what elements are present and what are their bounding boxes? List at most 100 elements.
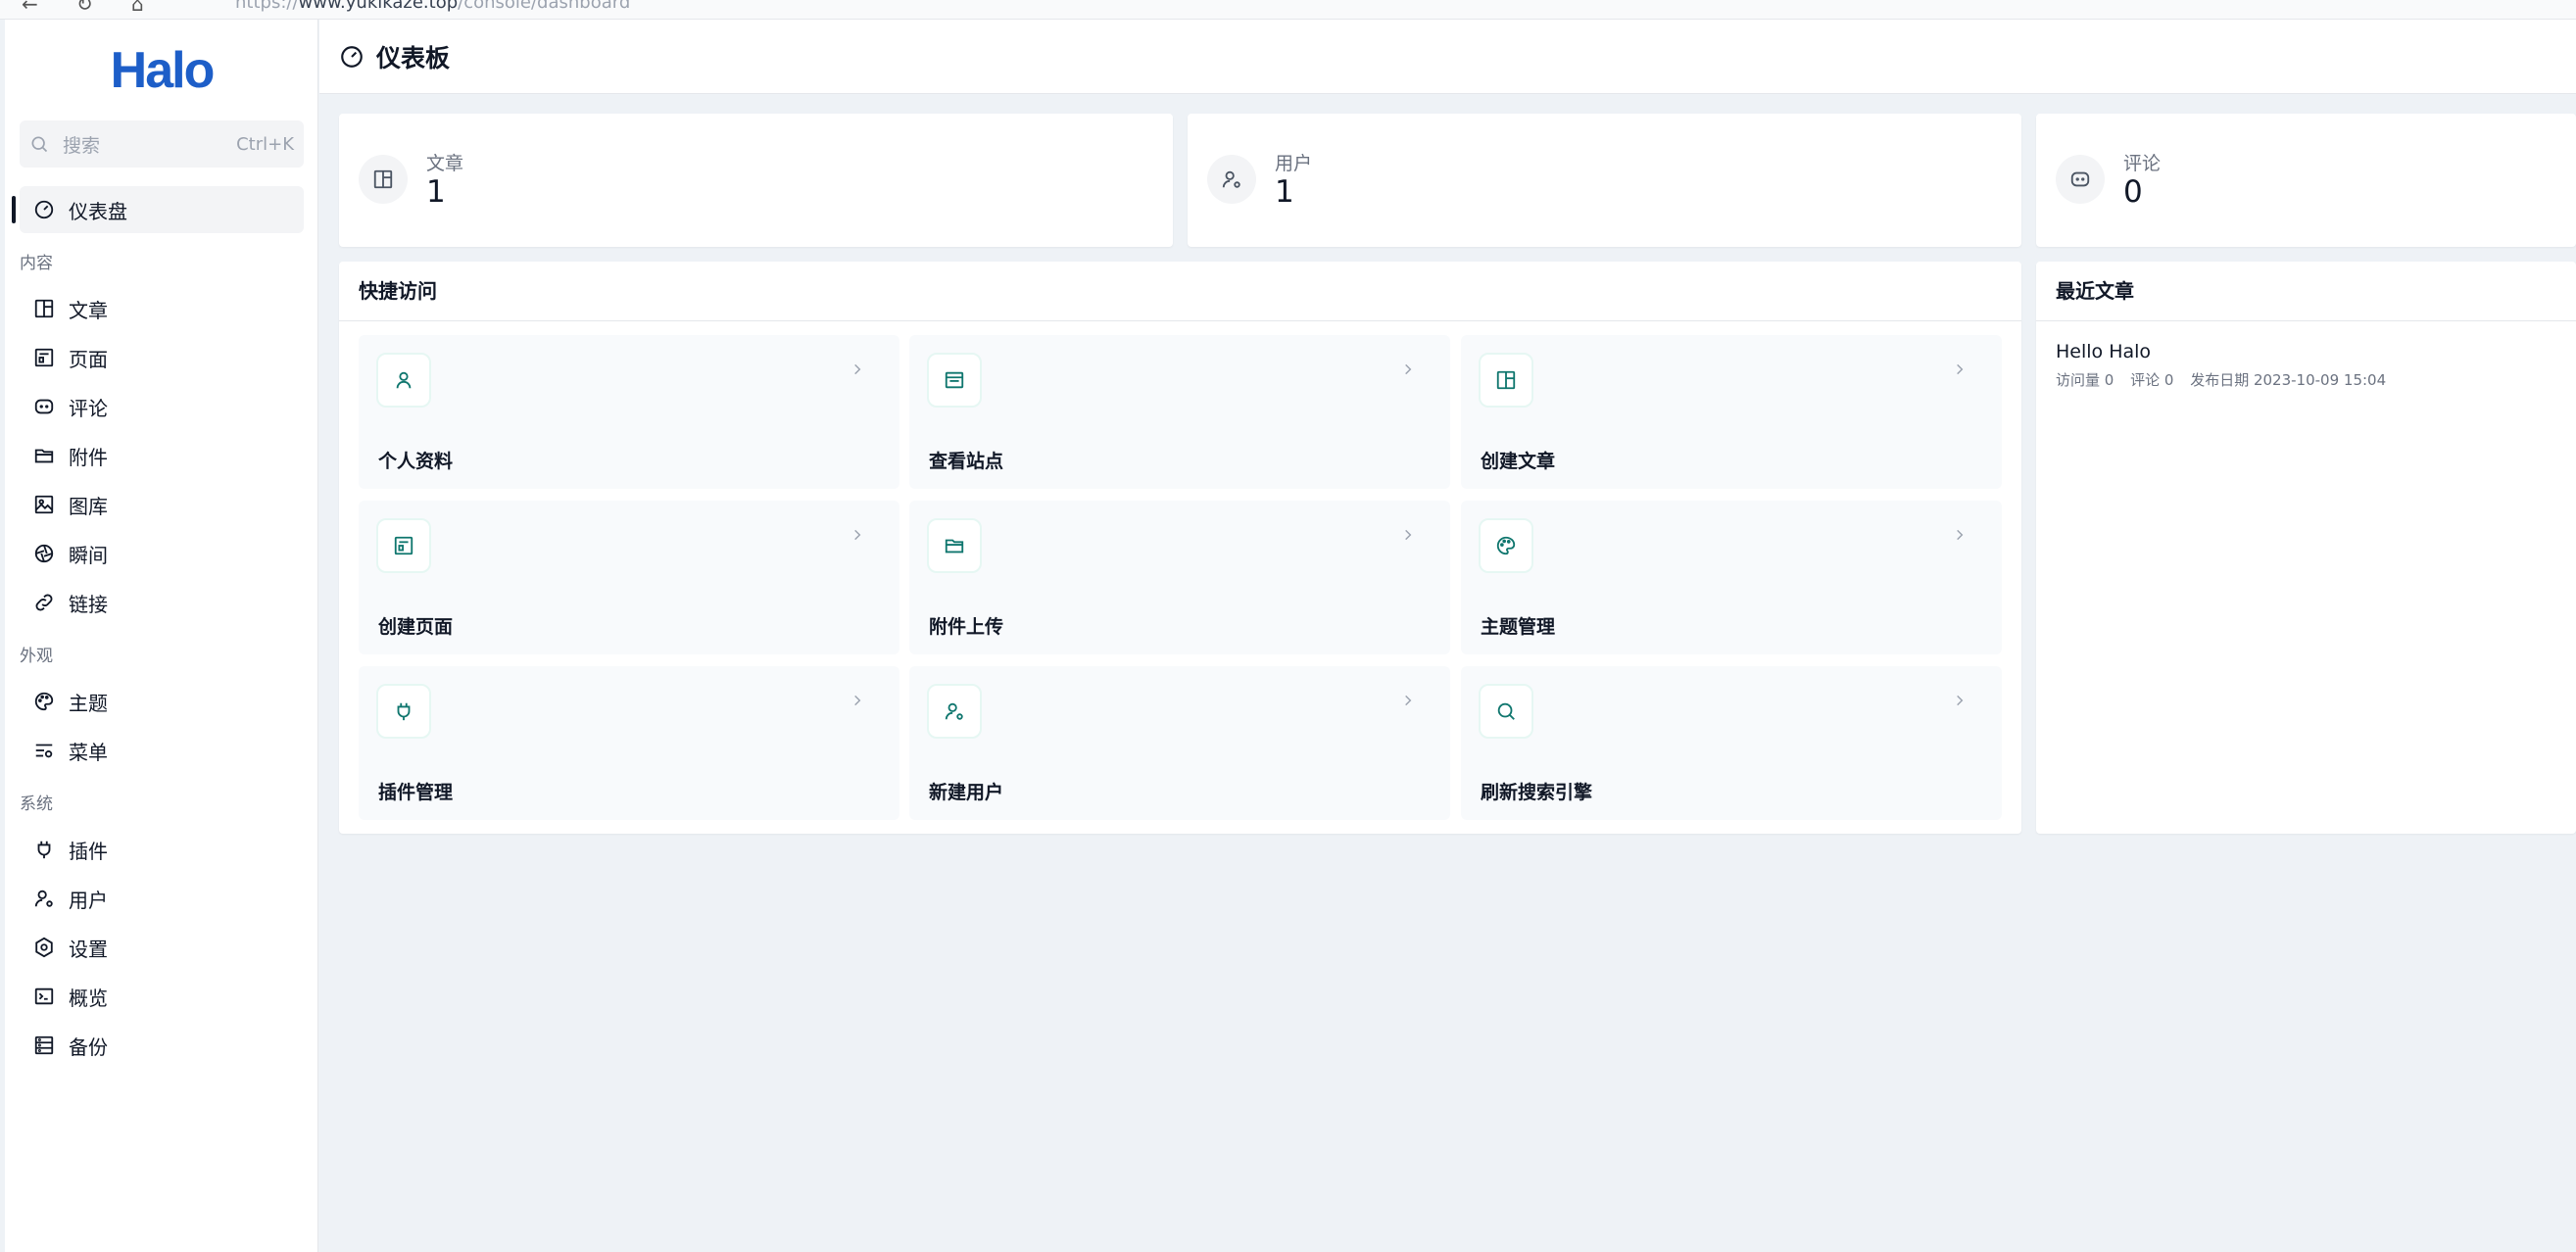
search-icon	[1497, 702, 1515, 720]
group-title-content: 内容	[20, 254, 53, 273]
terminal-icon	[34, 987, 54, 1005]
quick-link-create-post[interactable]: 创建文章	[1461, 335, 2002, 489]
recent-post-meta: 访问量 0 评论 0 发布日期 2023-10-09 15:04	[2056, 369, 2398, 390]
page-icon	[394, 536, 413, 555]
home-icon[interactable]: ⌂	[131, 0, 144, 16]
quick-link-label: 个人资料	[378, 451, 454, 472]
chevron-right-icon	[1405, 695, 1412, 706]
stat-value: 1	[1275, 174, 1294, 210]
sidebar-item-menus[interactable]: 菜单	[20, 727, 304, 774]
menu-settings-icon	[35, 744, 53, 758]
stat-icon-wrap	[1207, 155, 1256, 204]
sidebar-item-moments[interactable]: 瞬间	[20, 530, 304, 577]
plug-icon	[37, 841, 51, 859]
sidebar-item-attachments[interactable]: 附件	[20, 432, 304, 479]
stat-label: 评论	[2123, 153, 2162, 174]
gear-icon	[35, 937, 53, 958]
sidebar-item-users[interactable]: 用户	[20, 875, 304, 922]
sidebar-item-comments[interactable]: 评论	[20, 383, 304, 430]
sidebar-item-photos[interactable]: 图库	[20, 481, 304, 528]
page-header: 仪表板	[319, 20, 2576, 94]
search-input[interactable]: 搜索 Ctrl+K	[20, 120, 304, 168]
sidebar-item-label: 页面	[69, 347, 108, 371]
user-icon	[1222, 170, 1240, 188]
chevron-right-icon	[854, 363, 861, 375]
address-bar[interactable]: https://www.yukikaze.top/console/dashboa…	[235, 0, 630, 13]
user-gear-icon	[34, 890, 53, 907]
sidebar-item-label: 备份	[69, 1035, 108, 1059]
sidebar-item-themes[interactable]: 主题	[20, 678, 304, 725]
quick-link-plugin-management[interactable]: 插件管理	[359, 666, 899, 820]
sidebar-item-label: 设置	[69, 937, 108, 961]
quick-link-view-site[interactable]: 查看站点	[909, 335, 1450, 489]
group-title-system: 系统	[20, 795, 53, 814]
sidebar-item-label: 菜单	[69, 740, 108, 764]
stat-card-users: 用户 1	[1188, 114, 2021, 247]
quick-link-refresh-search-engine[interactable]: 刷新搜索引擎	[1461, 666, 2002, 820]
sidebar-item-links[interactable]: 链接	[20, 579, 304, 626]
sidebar-item-overview[interactable]: 概览	[20, 973, 304, 1020]
sidebar-item-pages[interactable]: 页面	[20, 334, 304, 381]
sidebar-item-dashboard[interactable]: 仪表盘	[12, 186, 304, 233]
quick-link-icon-wrap	[376, 518, 431, 573]
sidebar-item-posts[interactable]: 文章	[20, 285, 304, 332]
quick-link-new-user[interactable]: 新建用户	[909, 666, 1450, 820]
user-icon	[396, 371, 412, 389]
post-comments: 评论 0	[2130, 371, 2174, 389]
dashboard-icon	[34, 200, 54, 219]
chevron-right-icon	[854, 695, 861, 706]
search-shortcut: Ctrl+K	[236, 133, 294, 155]
comment-icon	[34, 399, 54, 414]
sidebar-item-settings[interactable]: 设置	[20, 924, 304, 971]
quick-link-label: 刷新搜索引擎	[1481, 782, 1593, 803]
halo-logo[interactable]: Halo	[5, 41, 318, 100]
stat-value: 1	[426, 174, 446, 210]
stat-value: 0	[2123, 174, 2143, 210]
chevron-right-icon	[1405, 529, 1412, 541]
quick-link-label: 创建文章	[1481, 451, 1556, 472]
database-icon	[34, 1035, 54, 1055]
post-visits: 访问量 0	[2056, 371, 2114, 389]
plug-icon	[397, 702, 411, 721]
stat-label: 用户	[1275, 153, 1313, 174]
page-icon	[34, 348, 54, 367]
sidebar-item-label: 图库	[69, 494, 108, 518]
recent-post-title[interactable]: Hello Halo	[2056, 341, 2151, 362]
sidebar-item-label: 瞬间	[69, 543, 108, 567]
stat-label: 文章	[426, 153, 464, 174]
aperture-icon	[34, 544, 54, 563]
chevron-right-icon	[854, 529, 861, 541]
quick-link-create-page[interactable]: 创建页面	[359, 501, 899, 654]
quick-link-theme-management[interactable]: 主题管理	[1461, 501, 2002, 654]
page-title: 仪表板	[376, 43, 451, 72]
chevron-right-icon	[1405, 363, 1412, 375]
back-icon[interactable]: ←	[22, 0, 38, 16]
chevron-right-icon	[1957, 529, 1964, 541]
sidebar-item-plugins[interactable]: 插件	[20, 826, 304, 873]
sidebar-item-label: 文章	[69, 298, 108, 322]
quick-link-icon-wrap	[1479, 684, 1533, 739]
search-placeholder: 搜索	[63, 134, 101, 157]
quick-link-label: 主题管理	[1481, 616, 1556, 638]
image-icon	[34, 495, 54, 514]
stat-icon-wrap	[359, 155, 408, 204]
sidebar-item-label: 插件	[69, 839, 108, 863]
browser-icon	[945, 371, 964, 389]
divider	[2036, 320, 2576, 321]
quick-link-icon-wrap	[1479, 353, 1533, 408]
quick-link-icon-wrap	[376, 353, 431, 408]
divider	[339, 320, 2021, 321]
quick-link-icon-wrap	[1479, 518, 1533, 573]
quick-access-title: 快捷访问	[359, 279, 437, 303]
sidebar-item-label: 评论	[69, 396, 108, 420]
comment-icon	[2070, 171, 2090, 187]
post-icon	[1496, 370, 1516, 390]
quick-access-panel: 快捷访问 个人资料 查看站点 创建文章 创建页面 附件上传 主题管理 插件管理 …	[339, 262, 2021, 834]
quick-link-profile[interactable]: 个人资料	[359, 335, 899, 489]
quick-link-label: 创建页面	[378, 616, 454, 638]
quick-link-upload-attachment[interactable]: 附件上传	[909, 501, 1450, 654]
reload-icon[interactable]: ↻	[76, 0, 93, 16]
sidebar-item-backup[interactable]: 备份	[20, 1022, 304, 1069]
chevron-right-icon	[1957, 363, 1964, 375]
stat-card-comments: 评论 0	[2036, 114, 2576, 247]
